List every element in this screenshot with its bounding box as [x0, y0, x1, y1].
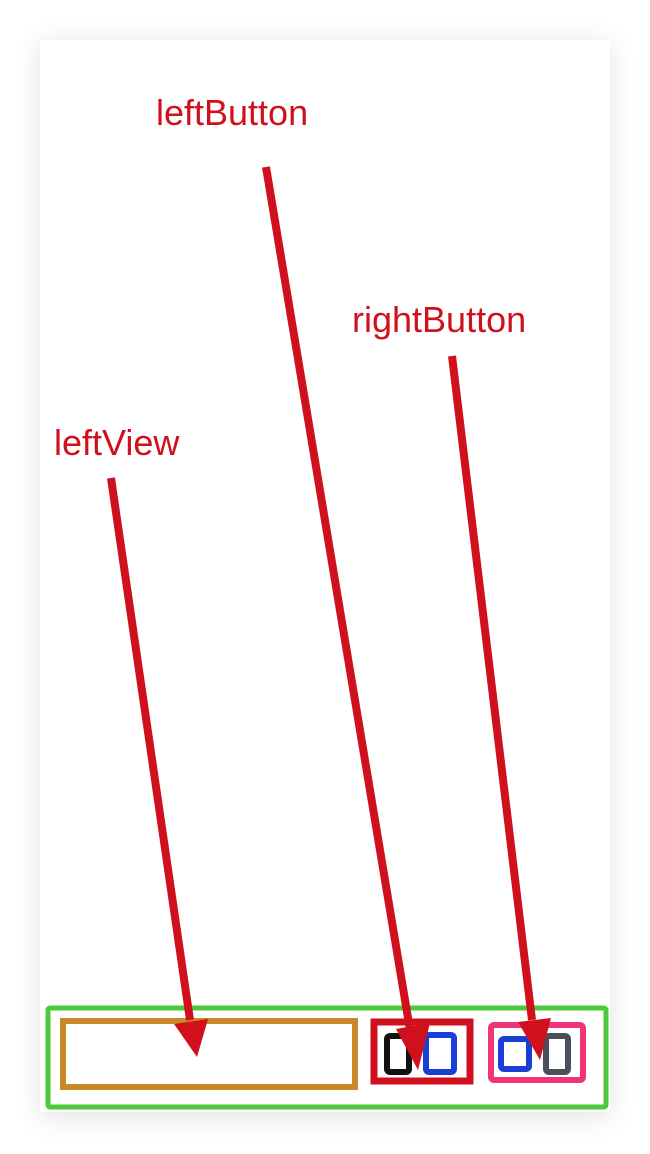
blue-rect-icon [423, 1032, 457, 1075]
left-view-arrow-head [174, 1019, 208, 1057]
right-button-arrow-line [448, 355, 536, 1021]
left-view-arrow-line [107, 477, 194, 1021]
left-button-arrow-line [262, 166, 414, 1031]
gray-rect-icon [543, 1033, 571, 1075]
blue-rect-icon [498, 1036, 532, 1072]
diagram-svg [45, 166, 609, 1110]
left-view-box [60, 1018, 358, 1090]
